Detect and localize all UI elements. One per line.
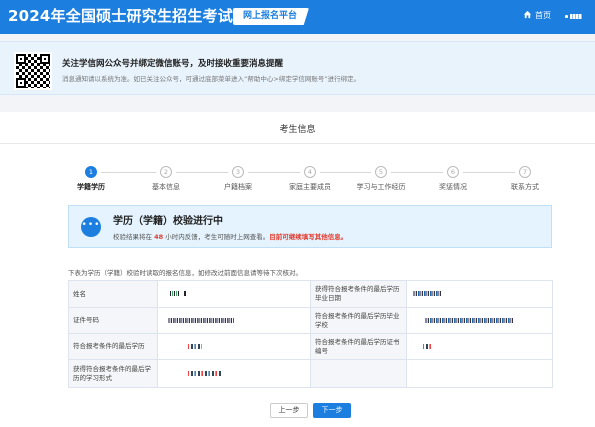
table-row: 符合报考条件的最后学历 符合报考条件的最后学历证书编号	[68, 333, 553, 360]
education-level-masked	[157, 333, 311, 360]
step-7[interactable]: 7 联系方式	[490, 166, 560, 192]
step-number: 1	[85, 166, 97, 178]
divider	[0, 143, 595, 144]
graduation-school-masked	[406, 307, 553, 334]
card-title: 考生信息	[279, 125, 316, 135]
platform-tag: 网上报名平台	[233, 8, 310, 25]
step-number: 4	[304, 166, 316, 178]
user-dot	[565, 14, 568, 18]
step-3[interactable]: 3 户籍档案	[203, 166, 273, 192]
notice-description: 消息通知请以系统为准。如已关注公众号，可通过底部菜单进入“帮助中心>绑定学信网账…	[62, 75, 361, 83]
step-5[interactable]: 5 学习与工作经历	[346, 166, 416, 192]
table-row: 证件号码 符合报考条件的最后学历毕业学校	[68, 307, 553, 334]
row-label: 符合报考条件的最后学历证书编号	[310, 333, 407, 360]
step-number: 5	[375, 166, 387, 178]
next-step-button[interactable]: 下一步	[313, 403, 351, 418]
step-label: 学籍学历	[77, 183, 105, 191]
table-note: 下表为学历（学籍）校验时读取的报名信息，如修改过前面信息请等待下次核对。	[68, 269, 302, 277]
notice-title: 关注学信网公众号并绑定微信账号，及时接收重要消息提醒	[62, 59, 284, 69]
subtitle-text-2: 小时内反馈，考生可随时上网查看。	[165, 233, 270, 241]
row-label: 符合报考条件的最后学历毕业学校	[310, 307, 407, 334]
subtitle-text-1: 校验结果将在	[113, 233, 152, 241]
education-info-table: 姓名 获得符合报考条件的最后学历毕业日期 证件号码 符合报考条件的最后学历毕业学…	[68, 280, 553, 388]
row-label: 姓名	[68, 280, 158, 308]
empty-cell	[406, 359, 553, 388]
home-link[interactable]: 首页	[523, 10, 551, 21]
user-menu[interactable]	[565, 9, 585, 23]
study-mode-masked	[157, 359, 311, 388]
graduation-date-masked	[406, 280, 553, 308]
verification-subtitle: 校验结果将在 48 小时内反馈，考生可随时上网查看。目前可继续填写其他信息。	[113, 231, 347, 241]
home-icon	[523, 10, 532, 21]
verification-banner: ••• 学历（学籍）校验进行中 校验结果将在 48 小时内反馈，考生可随时上网查…	[68, 205, 552, 248]
step-number: 6	[447, 166, 459, 178]
step-label: 家庭主要成员	[289, 183, 331, 191]
step-label: 基本信息	[152, 183, 180, 191]
step-label: 学习与工作经历	[356, 183, 406, 191]
step-label: 户籍档案	[224, 183, 252, 191]
subtitle-highlight: 目前可继续填写其他信息。	[269, 233, 348, 241]
step-number: 2	[160, 166, 172, 178]
candidate-info-card: 考生信息 1 学籍学历 2 基本信息 3 户籍档案 4 家庭主要成员 5 学习与工作经历 6 奖惩情况…	[0, 112, 595, 427]
qr-code-image	[14, 52, 52, 90]
row-label	[310, 359, 407, 388]
row-label: 获得符合报考条件的最后学历毕业日期	[310, 280, 407, 308]
id-number-masked	[157, 307, 311, 334]
step-4[interactable]: 4 家庭主要成员	[275, 166, 345, 192]
verification-title: 学历（学籍）校验进行中	[113, 216, 223, 227]
user-name-masked	[570, 13, 582, 19]
row-label: 证件号码	[68, 307, 158, 334]
row-label: 获得符合报考条件的最后学历的学习形式	[68, 359, 158, 388]
row-label: 符合报考条件的最后学历	[68, 333, 158, 360]
name-value-masked	[157, 280, 311, 308]
table-row: 姓名 获得符合报考条件的最后学历毕业日期	[68, 280, 553, 308]
top-header: 2024年全国硕士研究生招生考试 网上报名平台 首页	[0, 0, 595, 34]
step-label: 奖惩情况	[439, 183, 467, 191]
previous-step-button[interactable]: 上一步	[270, 403, 308, 418]
wechat-notice: 关注学信网公众号并绑定微信账号，及时接收重要消息提醒 消息通知请以系统为准。如已…	[0, 41, 595, 95]
table-row: 获得符合报考条件的最后学历的学习形式	[68, 359, 553, 388]
step-2[interactable]: 2 基本信息	[131, 166, 201, 192]
step-number: 7	[519, 166, 531, 178]
step-1[interactable]: 1 学籍学历	[56, 166, 126, 192]
site-title: 2024年全国硕士研究生招生考试	[8, 7, 233, 25]
certificate-number-masked	[406, 333, 553, 360]
step-6[interactable]: 6 奖惩情况	[418, 166, 488, 192]
progress-steps: 1 学籍学历 2 基本信息 3 户籍档案 4 家庭主要成员 5 学习与工作经历 6 奖惩情况 7 联系方式	[60, 166, 546, 196]
more-dots-icon: •••	[81, 217, 101, 237]
step-number: 3	[232, 166, 244, 178]
step-label: 联系方式	[511, 183, 539, 191]
home-label: 首页	[535, 11, 551, 20]
hours-count: 48	[154, 233, 164, 241]
